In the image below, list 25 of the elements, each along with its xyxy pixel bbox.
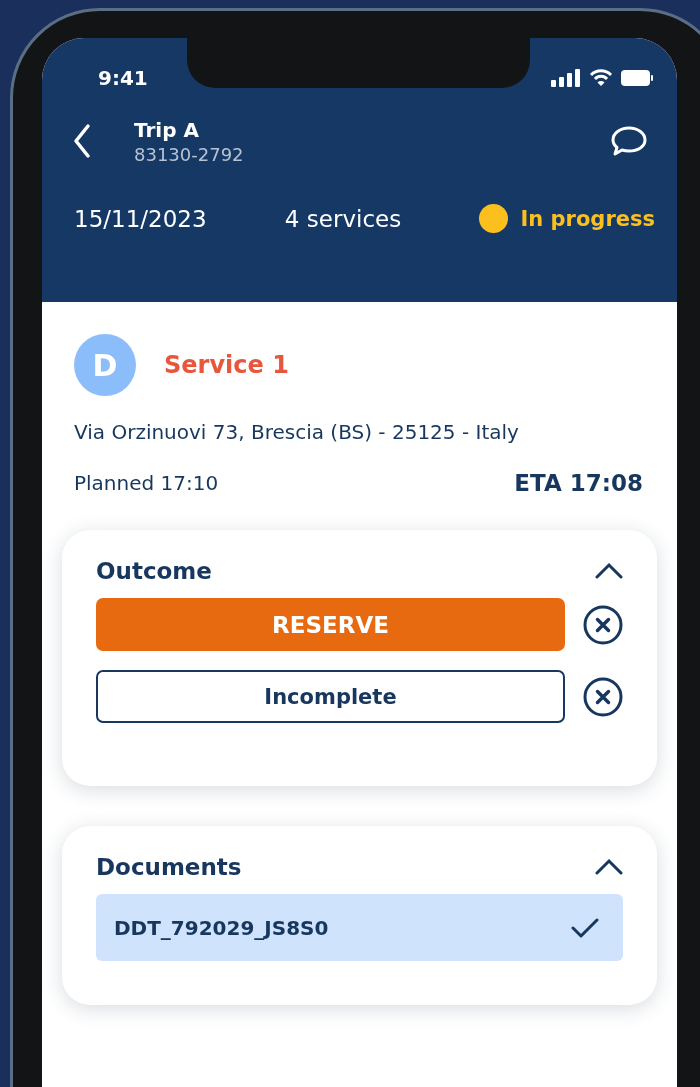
chat-bubble-icon[interactable] bbox=[611, 125, 647, 157]
close-circle-icon[interactable] bbox=[583, 604, 623, 645]
service-title: Service 1 bbox=[164, 351, 289, 379]
chevron-up-icon[interactable] bbox=[595, 857, 623, 877]
avatar-circle: D bbox=[74, 334, 136, 396]
battery-icon bbox=[621, 70, 653, 86]
back-icon[interactable] bbox=[72, 123, 92, 159]
section-title: Documents bbox=[96, 854, 242, 880]
planned-time: Planned 17:10 bbox=[74, 471, 219, 495]
trip-date: 15/11/2023 bbox=[74, 205, 207, 232]
status-label: In progress bbox=[520, 206, 655, 231]
signal-icon bbox=[551, 69, 581, 87]
status-time: 9:41 bbox=[98, 66, 148, 90]
document-name: DDT_792029_JS8S0 bbox=[114, 915, 329, 940]
section-title: Outcome bbox=[96, 558, 212, 584]
eta-time: ETA 17:08 bbox=[514, 470, 643, 496]
services-count: 4 services bbox=[284, 205, 402, 232]
document-item[interactable]: DDT_792029_JS8S0 bbox=[96, 894, 623, 961]
wifi-icon bbox=[589, 69, 613, 87]
service-address: Via Orzinuovi 73, Brescia (BS) - 25125 - Italy bbox=[74, 419, 520, 446]
close-circle-icon[interactable] bbox=[583, 676, 623, 717]
trip-code: 83130-2792 bbox=[134, 143, 245, 165]
outcome-option[interactable]: Incomplete bbox=[96, 670, 565, 723]
chevron-up-icon[interactable] bbox=[595, 561, 623, 581]
trip-title: Trip A bbox=[134, 117, 200, 142]
